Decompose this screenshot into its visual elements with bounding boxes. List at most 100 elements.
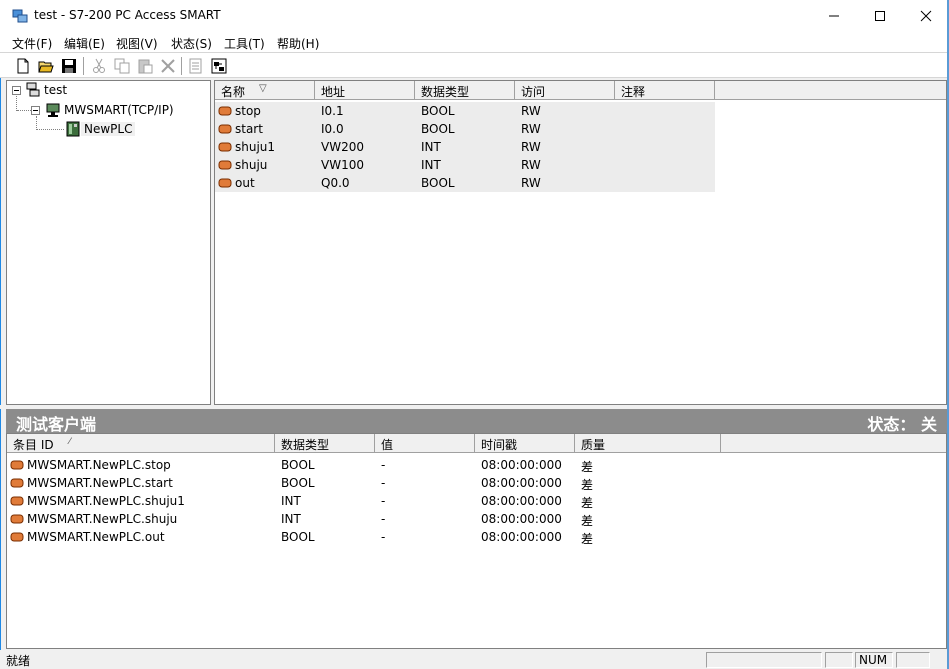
column-header-type[interactable]: 数据类型 xyxy=(415,81,515,100)
item-address: VW200 xyxy=(321,140,364,154)
column-header-filler xyxy=(721,434,946,453)
test-client-list[interactable]: 条目 ID ⁄ 数据类型 值 时间戳 质量 MWSMART.NewPLC.sto… xyxy=(6,433,947,649)
client-item-id[interactable]: MWSMART.NewPLC.out xyxy=(27,530,165,544)
network-icon xyxy=(26,82,40,97)
tree-node-plc[interactable]: NewPLC xyxy=(65,120,136,138)
open-button[interactable] xyxy=(36,56,56,76)
menu-bar: 文件(F) 编辑(E) 视图(V) 状态(S) 工具(T) 帮助(H) xyxy=(0,32,949,52)
table-row[interactable] xyxy=(215,138,715,156)
tree-label-plc: NewPLC xyxy=(81,122,136,136)
close-icon xyxy=(920,10,932,22)
column-header-address[interactable]: 地址 xyxy=(315,81,415,100)
minimize-icon xyxy=(829,15,839,17)
paste-button[interactable] xyxy=(135,56,155,76)
client-item-id[interactable]: MWSMART.NewPLC.stop xyxy=(27,458,171,472)
client-item-type: INT xyxy=(281,494,301,508)
tree-node-project[interactable]: test xyxy=(25,81,70,99)
menu-tools[interactable]: 工具(T) xyxy=(224,35,265,52)
sort-arrow-icon: ▽ xyxy=(259,83,267,94)
title-bar: test - S7-200 PC Access SMART xyxy=(0,0,949,32)
test-client-title: 测试客户端 xyxy=(16,415,97,434)
tree-line xyxy=(16,96,17,111)
tag-icon xyxy=(10,478,24,488)
new-icon xyxy=(17,58,29,74)
column-header-item-id[interactable]: 条目 ID ⁄ xyxy=(7,434,275,453)
item-access: RW xyxy=(521,176,541,190)
tree-line xyxy=(36,116,37,130)
item-name: out xyxy=(235,176,255,190)
cut-button[interactable] xyxy=(89,56,109,76)
save-button[interactable] xyxy=(59,56,79,76)
project-tree[interactable]: test MWSMART(TCP/IP) NewPLC xyxy=(6,80,211,405)
test-client-button[interactable] xyxy=(209,56,229,76)
tag-icon xyxy=(218,142,232,152)
new-button[interactable] xyxy=(13,56,33,76)
client-item-type: INT xyxy=(281,512,301,526)
client-item-type: BOOL xyxy=(281,458,315,472)
menu-edit[interactable]: 编辑(E) xyxy=(64,35,105,52)
tree-label-project: test xyxy=(44,83,68,97)
column-header-access[interactable]: 访问 xyxy=(515,81,615,100)
item-access: RW xyxy=(521,158,541,172)
column-header-quality[interactable]: 质量 xyxy=(575,434,721,453)
client-item-value: - xyxy=(381,512,386,526)
item-address: VW100 xyxy=(321,158,364,172)
client-item-value: - xyxy=(381,476,386,490)
menu-view[interactable]: 视图(V) xyxy=(116,35,158,52)
plc-icon xyxy=(66,121,80,137)
toolbar xyxy=(0,52,949,78)
tag-icon xyxy=(218,160,232,170)
column-header-type[interactable]: 数据类型 xyxy=(275,434,375,453)
window-left-edge xyxy=(0,78,1,669)
close-button[interactable] xyxy=(903,0,949,32)
maximize-button[interactable] xyxy=(857,0,903,32)
minimize-button[interactable] xyxy=(811,0,857,32)
item-access: RW xyxy=(521,104,541,118)
delete-icon xyxy=(161,59,175,73)
client-item-id[interactable]: MWSMART.NewPLC.shuju xyxy=(27,512,177,526)
column-header-comment[interactable]: 注释 xyxy=(615,81,715,100)
table-row[interactable] xyxy=(215,174,715,192)
client-item-value: - xyxy=(381,494,386,508)
column-header-name[interactable]: 名称 ▽ xyxy=(215,81,315,100)
paste-icon xyxy=(138,59,153,74)
toolbar-separator xyxy=(181,57,183,75)
table-row[interactable] xyxy=(215,120,715,138)
tree-label-channel: MWSMART(TCP/IP) xyxy=(64,103,174,117)
cut-icon xyxy=(93,58,105,73)
client-item-id[interactable]: MWSMART.NewPLC.shuju1 xyxy=(27,494,185,508)
client-item-type: BOOL xyxy=(281,476,315,490)
item-address: Q0.0 xyxy=(321,176,350,190)
client-item-type: BOOL xyxy=(281,530,315,544)
item-address: I0.1 xyxy=(321,104,344,118)
sort-arrow-icon: ⁄ xyxy=(69,437,71,447)
save-icon xyxy=(62,59,76,73)
menu-help[interactable]: 帮助(H) xyxy=(277,35,319,52)
column-header-value[interactable]: 值 xyxy=(375,434,475,453)
status-bar: 就绪 NUM xyxy=(0,650,949,669)
table-row[interactable] xyxy=(215,102,715,120)
tree-collapse-toggle[interactable] xyxy=(12,86,21,95)
delete-button[interactable] xyxy=(158,56,178,76)
properties-button[interactable] xyxy=(186,56,206,76)
menu-status[interactable]: 状态(S) xyxy=(171,35,212,52)
client-item-timestamp: 08:00:00:000 xyxy=(481,458,562,472)
column-header-label: 条目 ID xyxy=(13,438,54,452)
column-header-filler xyxy=(715,81,946,100)
client-item-timestamp: 08:00:00:000 xyxy=(481,512,562,526)
properties-icon xyxy=(189,58,202,74)
item-type: BOOL xyxy=(421,176,455,190)
tag-icon xyxy=(218,178,232,188)
item-type: BOOL xyxy=(421,122,455,136)
item-list[interactable]: 名称 ▽ 地址 数据类型 访问 注释 stop I0.1 BOOL RW sta… xyxy=(214,80,947,405)
item-address: I0.0 xyxy=(321,122,344,136)
table-row[interactable] xyxy=(215,156,715,174)
item-type: INT xyxy=(421,158,441,172)
tree-node-channel[interactable]: MWSMART(TCP/IP) xyxy=(45,101,177,119)
column-header-timestamp[interactable]: 时间戳 xyxy=(475,434,575,453)
item-type: INT xyxy=(421,140,441,154)
copy-button[interactable] xyxy=(112,56,132,76)
tree-collapse-toggle[interactable] xyxy=(31,106,40,115)
client-item-id[interactable]: MWSMART.NewPLC.start xyxy=(27,476,173,490)
menu-file[interactable]: 文件(F) xyxy=(12,35,52,52)
